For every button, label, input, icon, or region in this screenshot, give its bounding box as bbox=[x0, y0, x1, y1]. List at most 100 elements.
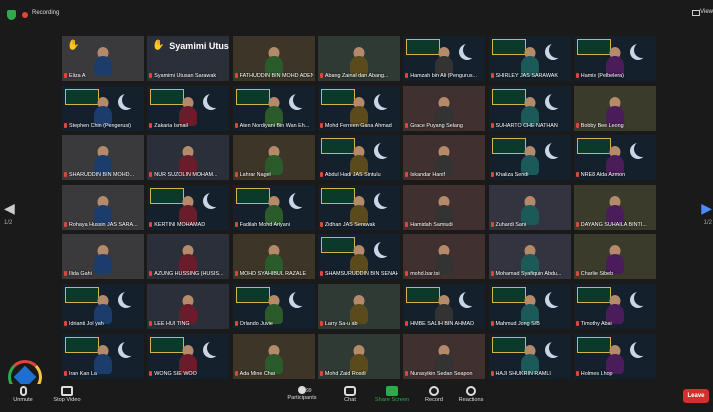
stop-video-button[interactable]: Stop Video bbox=[50, 386, 84, 403]
participant-name-text: Mohd Ferreen Gana Ahmad bbox=[324, 122, 392, 129]
participant-name: Bobby Bee Leong bbox=[575, 122, 654, 130]
participant-tile[interactable]: Iskandar Hanif bbox=[403, 135, 486, 181]
participant-tile[interactable]: AZUNG HUSSING (HUSIS... bbox=[147, 234, 230, 280]
participant-tile[interactable]: Zidhan JAS Serawak bbox=[317, 184, 400, 230]
crescent-moon-icon bbox=[122, 290, 138, 306]
participant-tile[interactable]: FATHUDDIN BIN MOHD ADEN bbox=[232, 36, 315, 81]
participant-tile[interactable]: Hamis (Pelbelera) bbox=[573, 36, 656, 81]
participant-tile[interactable]: Charlie Sibeb bbox=[573, 234, 656, 280]
participant-name-text: HAJI SHUKRIN RAMLI bbox=[495, 370, 551, 377]
participant-tile[interactable]: LEE HUI TING bbox=[147, 284, 230, 329]
participant-tile[interactable]: Grace Puyang Selang bbox=[403, 85, 486, 131]
participant-name: KERTINI MOHAMAD bbox=[149, 221, 227, 229]
participant-tile[interactable]: Zuhardi Sani bbox=[488, 184, 571, 230]
participants-label: Participants bbox=[287, 395, 317, 401]
participant-name: AZUNG HUSSING (HUSIS... bbox=[149, 270, 227, 278]
participant-tile[interactable]: Larry Sa-u ab bbox=[317, 284, 400, 329]
participant-tile[interactable]: HMBE SALIH BIN AHMAD bbox=[403, 284, 486, 329]
participant-name: MOHD SYAHIBUL RAZALE bbox=[234, 270, 313, 278]
participant-tile[interactable]: Mohd Ferreen Gana Ahmad bbox=[317, 85, 400, 131]
virtual-background-banner bbox=[320, 237, 355, 254]
participant-tile[interactable]: WONG SIE WOO bbox=[147, 333, 230, 379]
participant-name-text: SUHARTO CHE NATHAN bbox=[495, 122, 558, 129]
participant-tile[interactable]: Timothy Abai bbox=[573, 284, 656, 329]
participant-tile[interactable]: Iran Kan La bbox=[62, 333, 144, 379]
participant-name-text: Idrianti Jol yah bbox=[69, 321, 104, 327]
participant-tile[interactable]: Hamidah Samiudi bbox=[403, 184, 486, 230]
crescent-moon-icon bbox=[634, 42, 650, 58]
participant-tile[interactable]: Hamzah bin Ali (Pengurus... bbox=[403, 36, 486, 81]
participant-tile[interactable]: Bobby Bee Leong bbox=[573, 85, 656, 131]
participant-tile[interactable]: Rohaya Hussin JAS SARA... bbox=[62, 184, 144, 230]
participant-display-name: Syamimi Utusan... bbox=[169, 41, 229, 51]
participant-tile[interactable]: ✋ Syamimi Utusan... Syamimi Utusan Sarawak bbox=[147, 36, 230, 81]
participant-name-text: Orlando Juvie bbox=[239, 321, 273, 327]
view-icon[interactable] bbox=[692, 10, 700, 16]
muted-mic-icon bbox=[575, 73, 579, 78]
muted-mic-icon bbox=[149, 172, 153, 178]
participant-name-text: Mohd Zaid Rosdi bbox=[324, 370, 366, 377]
participant-name: Mahmud Jong S/B bbox=[490, 320, 569, 328]
muted-mic-icon bbox=[490, 172, 494, 178]
participant-tile[interactable]: Orlando Juvie bbox=[232, 284, 315, 329]
participant-name-text: NUR SUZOLIN MOHAM... bbox=[154, 172, 218, 179]
participant-tile[interactable]: Abdul Hadi JAS Sintulu bbox=[317, 135, 400, 181]
participant-tile[interactable]: Aten Nordiyani Bin Wan Eh... bbox=[232, 85, 315, 131]
participant-tile[interactable]: NUR SUZOLIN MOHAM... bbox=[147, 135, 230, 181]
participant-tile[interactable]: Idrianti Jol yah bbox=[62, 284, 144, 329]
record-button[interactable]: Record bbox=[422, 386, 446, 403]
leave-button[interactable]: Leave bbox=[683, 389, 709, 403]
virtual-background-banner bbox=[320, 187, 355, 204]
participant-tile[interactable]: Abang Zainal dan Abang... bbox=[317, 36, 400, 81]
participant-tile[interactable]: ✋ Eliza A bbox=[62, 36, 144, 81]
next-page-button[interactable]: ▶ 1/2 bbox=[698, 200, 712, 230]
participant-tile[interactable]: DAYANG SUHAILA BINTI... bbox=[573, 184, 656, 230]
participant-tile[interactable]: Ada Mine Chai bbox=[232, 333, 315, 379]
security-shield-icon[interactable] bbox=[7, 10, 16, 20]
participant-tile[interactable]: SHIRLEY JAS SARAWAK bbox=[488, 36, 571, 81]
participant-name: Timothy Abai bbox=[575, 320, 654, 328]
participants-icon bbox=[298, 386, 306, 394]
chevron-left-icon: ◀ bbox=[4, 200, 15, 216]
participant-tile[interactable]: mohd.bar.tsi bbox=[403, 234, 486, 280]
previous-page-button[interactable]: ◀ 1/2 bbox=[4, 200, 18, 230]
participant-tile[interactable]: MOHD SYAHIBUL RAZALE bbox=[232, 234, 315, 280]
participant-tile[interactable]: SUHARTO CHE NATHAN bbox=[488, 85, 571, 131]
participant-tile[interactable]: Ilida Gahi bbox=[62, 234, 144, 280]
participant-tile[interactable]: NRE8 Alda Azmon bbox=[573, 135, 656, 181]
participant-tile[interactable]: Fadilah Mohd Ariyani bbox=[232, 184, 315, 230]
participant-name: Mohamad Syafiquin Abdu... bbox=[490, 270, 569, 278]
view-button[interactable]: View bbox=[700, 9, 713, 15]
chat-button[interactable]: Chat bbox=[340, 386, 360, 403]
participant-name-text: Nurasyikin Sedan Seapon bbox=[410, 370, 473, 377]
participant-name: LEE HUI TING bbox=[149, 320, 227, 328]
participant-tile[interactable]: Nurasyikin Sedan Seapon bbox=[403, 333, 486, 379]
participant-name: Mohd Zaid Rosdi bbox=[319, 370, 398, 378]
participants-button[interactable]: 99 Participants bbox=[284, 386, 320, 401]
reactions-button[interactable]: Reactions bbox=[456, 386, 486, 403]
participant-tile[interactable]: Mohamad Syafiquin Abdu... bbox=[488, 234, 571, 280]
participant-tile[interactable]: Lahrar Nagel bbox=[232, 135, 315, 181]
participant-name: NUR SUZOLIN MOHAM... bbox=[149, 171, 227, 179]
participant-name: Stephen Chin (Pengerusi) bbox=[64, 122, 142, 130]
participant-tile[interactable]: Khaliza Sendi bbox=[488, 135, 571, 181]
virtual-background-banner bbox=[150, 187, 185, 204]
participant-tile[interactable]: Mahmud Jong S/B bbox=[488, 284, 571, 329]
smile-icon bbox=[466, 386, 476, 396]
muted-mic-icon bbox=[234, 73, 238, 78]
participant-tile[interactable]: SHAMSURUDDIN BIN SENAH bbox=[317, 234, 400, 280]
raised-hand-icon: ✋ bbox=[67, 40, 80, 51]
participant-tile[interactable]: HAJI SHUKRIN RAMLI bbox=[488, 333, 571, 379]
participant-tile[interactable]: Holmes Lhop bbox=[573, 333, 656, 379]
participant-tile[interactable]: SHARUDDIN BIN MOHD... bbox=[62, 135, 144, 181]
participant-tile[interactable]: KERTINI MOHAMAD bbox=[147, 184, 230, 230]
participant-name-text: Stephen Chin (Pengerusi) bbox=[69, 122, 132, 129]
participant-tile[interactable]: Mohd Zaid Rosdi bbox=[317, 333, 400, 379]
share-screen-button[interactable]: Share Screen bbox=[372, 386, 412, 403]
unmute-button[interactable]: Unmute bbox=[8, 386, 38, 403]
muted-mic-icon bbox=[405, 271, 409, 277]
participant-tile[interactable]: Zakaria Ismail bbox=[147, 85, 230, 131]
muted-mic-icon bbox=[575, 122, 579, 128]
participant-tile[interactable]: Stephen Chin (Pengerusi) bbox=[62, 85, 144, 131]
muted-mic-icon bbox=[319, 172, 323, 178]
